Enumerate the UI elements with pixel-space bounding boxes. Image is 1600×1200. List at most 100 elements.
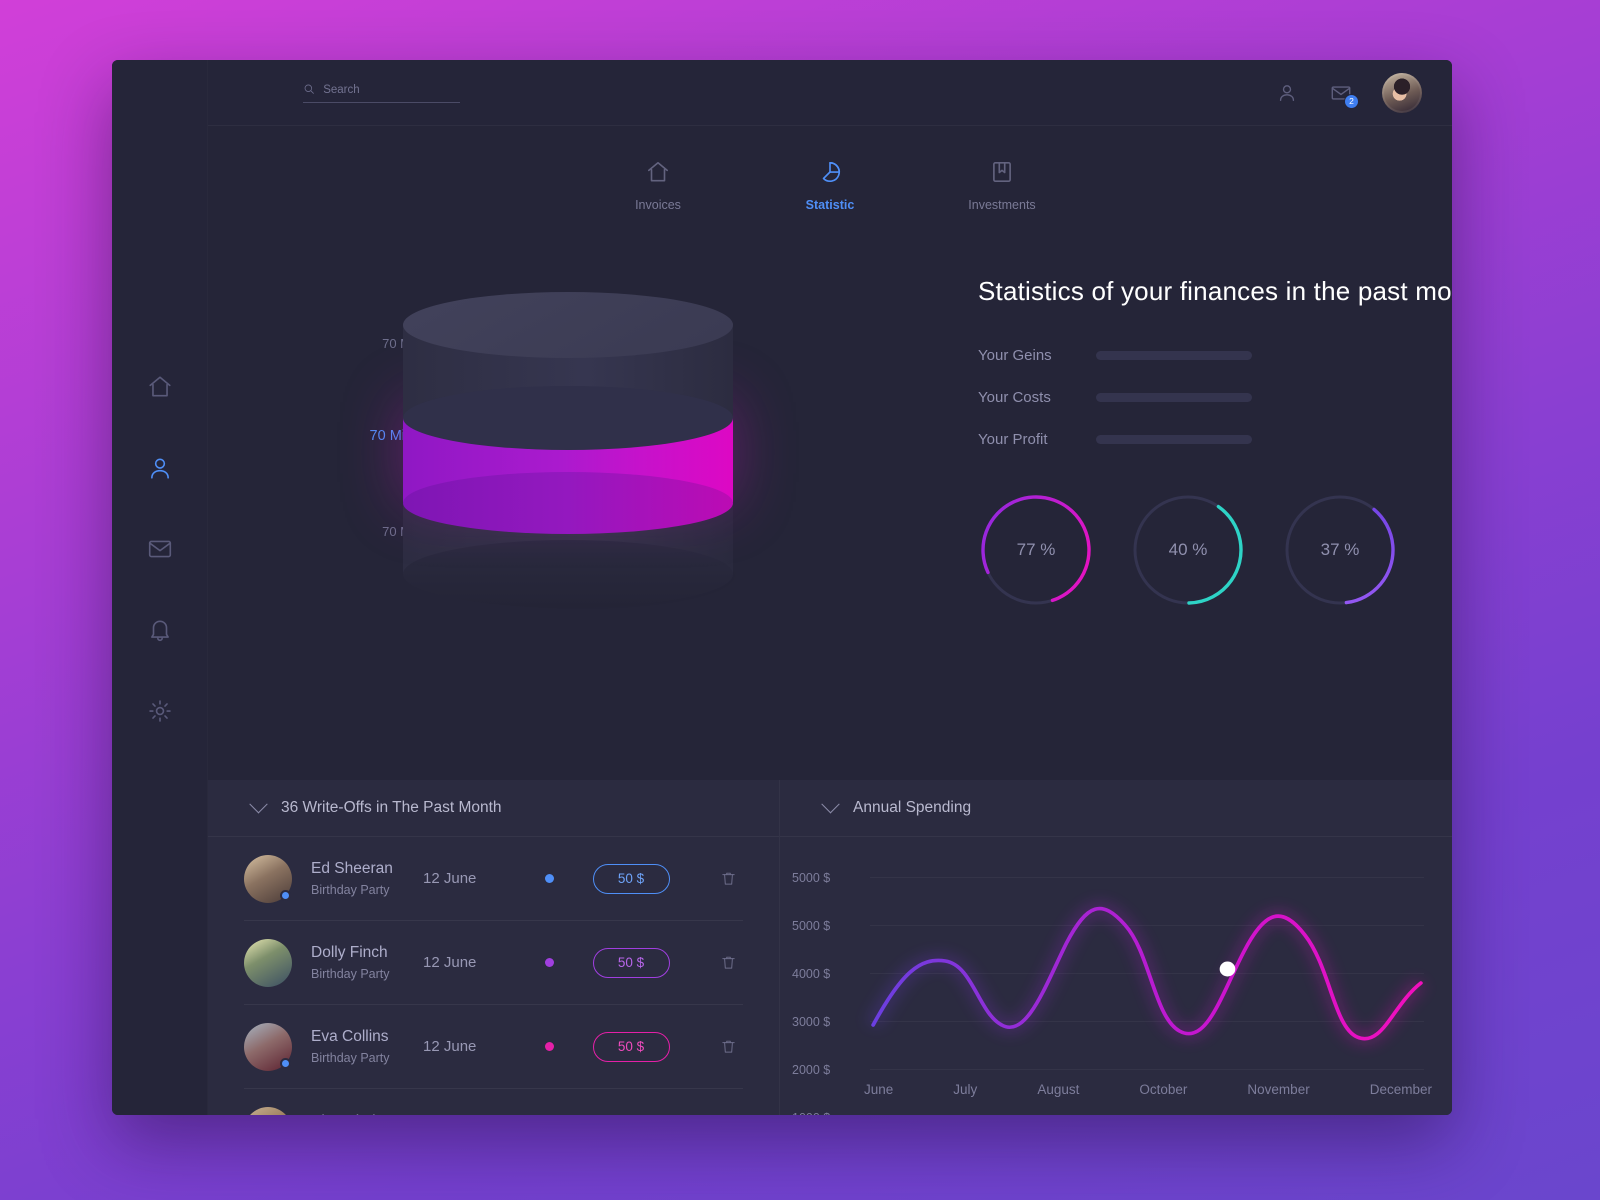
row-amount: 50 $ xyxy=(579,1031,683,1062)
chevron-down-icon xyxy=(249,794,268,813)
x-tick: October xyxy=(1139,1082,1188,1097)
trash-icon xyxy=(722,872,735,885)
x-tick: December xyxy=(1369,1082,1432,1097)
user-icon xyxy=(1279,84,1295,101)
bookmark-icon xyxy=(993,161,1011,183)
tab-invoices[interactable]: Invoices xyxy=(603,159,713,212)
y-tick: 5000 $ xyxy=(792,871,831,885)
gauge-value: 77 % xyxy=(1016,540,1056,559)
stat-bar-label: Your Geins xyxy=(978,347,1052,364)
writeoffs-section: 36 Write-Offs in The Past Month Ed Sheer… xyxy=(208,780,780,1115)
gauge-geins: 77 % xyxy=(978,492,1094,608)
search-box[interactable] xyxy=(303,82,460,103)
row-name: Eva Collins xyxy=(311,1028,389,1045)
tab-statistic[interactable]: Statistic xyxy=(775,159,885,212)
sidebar-item-settings[interactable] xyxy=(143,694,177,728)
topbar-actions: 2 xyxy=(1274,72,1422,113)
stat-bar-label: Your Costs xyxy=(978,389,1051,406)
x-tick: June xyxy=(864,1082,894,1097)
row-identity: Alex Birch Birthday Party xyxy=(292,1113,423,1116)
search-icon xyxy=(304,84,314,94)
row-subtitle: Birthday Party xyxy=(311,883,390,897)
row-name: Dolly Finch xyxy=(311,944,388,961)
writeoffs-header[interactable]: 36 Write-Offs in The Past Month xyxy=(208,780,779,837)
table-row[interactable]: Eva Collins Birthday Party 12 June 50 $ xyxy=(244,1005,743,1089)
spending-line xyxy=(866,901,1426,1046)
cylinder-visual: 70 Mist|20 Limites- 70 Mist|20 Limites- … xyxy=(208,276,888,746)
x-axis-labels: June July August October November Decemb… xyxy=(864,1082,1432,1097)
profile-icon-button[interactable] xyxy=(1274,80,1300,106)
row-status-dot xyxy=(519,958,579,967)
sidebar-item-notifications[interactable] xyxy=(143,613,177,647)
stat-bar-label: Your Profit xyxy=(978,431,1048,448)
cylinder-3d xyxy=(403,286,753,616)
tab-investments-label: Investments xyxy=(968,198,1036,212)
delete-button[interactable] xyxy=(683,869,743,888)
mail-icon-button[interactable]: 2 xyxy=(1328,80,1359,109)
avatar xyxy=(244,1107,292,1115)
statistics-panel: Invoices Statistic Investments 70 Mist|2… xyxy=(208,126,1452,780)
pie-chart-icon xyxy=(822,161,841,183)
online-dot xyxy=(280,1057,291,1069)
y-tick: 3000 $ xyxy=(792,1015,831,1029)
avatar xyxy=(244,1022,292,1071)
amount-pill[interactable]: 50 $ xyxy=(592,1031,670,1062)
annual-spending-title: Annual Spending xyxy=(853,799,972,816)
stat-bar-costs: Your Costs xyxy=(978,389,1452,406)
gauge-profit: 37 % xyxy=(1282,492,1398,608)
avatar xyxy=(244,938,292,987)
delete-button[interactable] xyxy=(683,953,743,972)
topbar: 2 xyxy=(208,60,1452,126)
plot-area xyxy=(866,877,1426,1115)
table-row[interactable]: Ed Sheeran Birthday Party 12 June 50 $ xyxy=(244,837,743,921)
x-tick: August xyxy=(1037,1082,1080,1097)
finance-stats: Statistics of your finances in the past … xyxy=(978,276,1452,608)
avatar[interactable] xyxy=(1382,72,1422,113)
sidebar-item-profile[interactable] xyxy=(143,451,177,485)
y-axis-labels: 5000 $ 5000 $ 4000 $ 3000 $ 2000 $ 1000 … xyxy=(792,871,830,1115)
tab-statistic-label: Statistic xyxy=(805,198,855,212)
trash-icon xyxy=(722,956,735,969)
stat-bars: Your Geins Your Costs Your Profit xyxy=(978,347,1452,448)
row-date: 12 June xyxy=(423,954,477,971)
row-name: Ed Sheeran xyxy=(311,860,393,877)
y-tick: 1000 $ xyxy=(792,1111,830,1115)
annual-spending-header[interactable]: Annual Spending xyxy=(780,780,1452,837)
page-title: Statistics of your finances in the past … xyxy=(978,276,1452,306)
row-date: 12 June xyxy=(423,870,477,887)
avatar xyxy=(244,854,292,903)
row-status-dot xyxy=(519,1042,579,1051)
gauge-value: 40 % xyxy=(1168,540,1208,559)
mail-badge: 2 xyxy=(1344,93,1359,109)
home-icon xyxy=(647,161,669,182)
row-identity: Eva Collins Birthday Party xyxy=(292,1028,423,1065)
table-row[interactable]: Dolly Finch Birthday Party 12 June 50 $ xyxy=(244,921,743,1005)
search-input[interactable] xyxy=(323,84,460,96)
writeoffs-title: 36 Write-Offs in The Past Month xyxy=(281,799,502,816)
annual-spending-section: Annual Spending 5000 $ 5000 $ 4000 $ 300… xyxy=(780,780,1452,1115)
row-name: Alex Birch xyxy=(311,1113,423,1116)
x-tick: November xyxy=(1247,1082,1310,1097)
tab-investments[interactable]: Investments xyxy=(947,159,1057,212)
online-dot xyxy=(280,889,291,901)
table-row[interactable]: Alex Birch Birthday Party 12 June 50 $ xyxy=(244,1089,743,1115)
row-subtitle: Birthday Party xyxy=(311,967,390,981)
sidebar-item-home[interactable] xyxy=(143,370,177,404)
row-status-dot xyxy=(519,874,579,883)
data-point-marker xyxy=(1219,961,1236,977)
amount-pill[interactable]: 50 $ xyxy=(592,947,670,978)
gauge-costs: 40 % xyxy=(1130,492,1246,608)
row-subtitle: Birthday Party xyxy=(311,1051,390,1065)
main-content: 2 Invoices Statistic Investments xyxy=(208,60,1452,1115)
stat-bar-geins: Your Geins xyxy=(978,347,1452,364)
sidebar xyxy=(112,60,208,1115)
delete-button[interactable] xyxy=(683,1037,743,1056)
app-window: 2 Invoices Statistic Investments xyxy=(112,60,1452,1115)
row-identity: Dolly Finch Birthday Party xyxy=(292,944,423,981)
y-tick: 4000 $ xyxy=(792,967,831,981)
gauge-value: 37 % xyxy=(1320,540,1360,559)
stat-bar-track xyxy=(1096,351,1252,360)
sidebar-item-messages[interactable] xyxy=(143,532,177,566)
amount-pill[interactable]: 50 $ xyxy=(592,863,670,894)
x-tick: July xyxy=(953,1082,978,1097)
